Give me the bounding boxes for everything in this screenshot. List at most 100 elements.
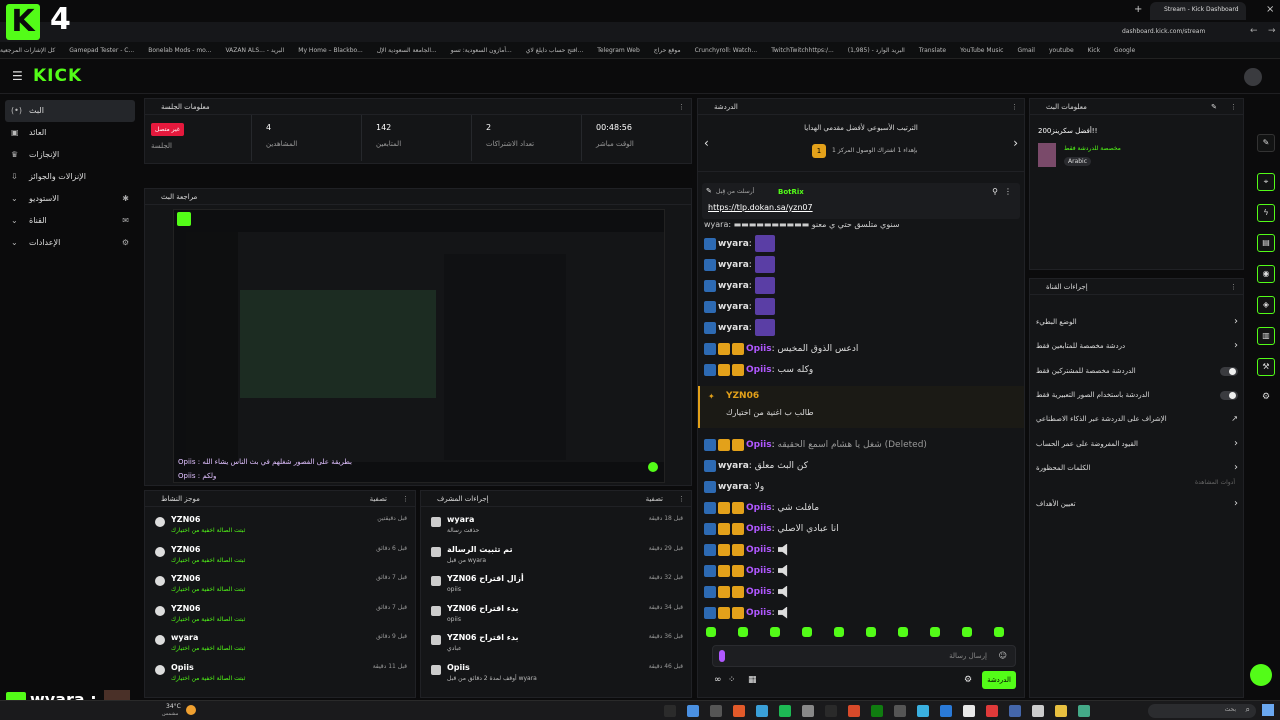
activity-row[interactable]: Opiis ثبتت الصالة اخفية من اختيارك قبل 11 … — [151, 661, 411, 691]
taskbar-app-icon[interactable] — [871, 705, 883, 717]
more-icon[interactable]: ⋮ — [1230, 279, 1237, 295]
goals-row[interactable]: تعيين الأهداف › — [1036, 493, 1240, 515]
edit-icon[interactable]: ✎ — [1211, 99, 1217, 115]
taskbar-app-icon[interactable] — [802, 705, 814, 717]
chat-message[interactable]: Opiis: انا عبادي الاصلي — [704, 520, 839, 539]
modaction-row[interactable]: Opiis أوقف لمدة 2 دقائق من قبل wyara قبل 4… — [427, 661, 687, 691]
back-icon[interactable]: ← — [1250, 26, 1258, 36]
taskbar-app-icon[interactable] — [687, 705, 699, 717]
bookmark-item[interactable]: Bonelab Mods - mo... — [148, 42, 211, 58]
modaction-row[interactable]: YZN06 بدء اقتراح عبادي قبل 36 دقيقة — [427, 631, 687, 661]
scan-icon[interactable]: ⌖ — [1257, 173, 1275, 191]
bookmark-item[interactable]: Kick — [1088, 42, 1100, 58]
taskbar-app-icon[interactable] — [917, 705, 929, 717]
bookmark-item[interactable]: كل الإشارات المرجعية — [0, 42, 55, 58]
nav-item-channel[interactable]: ⌄ القناة ✉ — [5, 210, 135, 232]
pinned-link[interactable]: https://tlp.dokan.sa/yzn07 — [708, 203, 813, 212]
window-close-icon[interactable]: × — [1266, 4, 1274, 15]
activity-row[interactable]: wyara ثبتت الصالة اخفية من اختيارك قبل 9 د… — [151, 631, 411, 661]
chevron-left-icon[interactable]: ‹ — [704, 136, 709, 150]
chat-message[interactable]: wyara: — [704, 298, 775, 317]
chat-username[interactable]: Opiis — [746, 566, 772, 576]
chat-input[interactable]: إرسال رسالة ☺ — [712, 645, 1016, 667]
quick-emote-icon[interactable] — [706, 627, 716, 637]
gear-icon[interactable]: ⚙ — [1262, 392, 1270, 402]
channel-action-row[interactable]: الوضع البطيء › — [1036, 311, 1240, 333]
quick-emote-icon[interactable] — [738, 627, 748, 637]
chat-username[interactable]: Opiis — [746, 503, 772, 513]
chat-username[interactable]: wyara — [718, 302, 749, 312]
bookmark-item[interactable]: Gamepad Tester - C... — [69, 42, 134, 58]
modaction-row[interactable]: YZN06 أزال اقتراح opiis قبل 32 دقيقة — [427, 572, 687, 602]
menu-icon[interactable]: ☰ — [12, 69, 23, 83]
taskbar-app-icon[interactable] — [848, 705, 860, 717]
activity-row[interactable]: YZN06 ثبتت الصالة اخفية من اختيارك قبل 7 د… — [151, 572, 411, 602]
quick-emote-icon[interactable] — [994, 627, 1004, 637]
channel-action-row[interactable]: دردشة مخصصة للمتابعين فقط › — [1036, 335, 1240, 357]
taskbar-app-icon[interactable] — [756, 705, 768, 717]
stream-category[interactable]: مخصصة للدردشة فقط — [1064, 145, 1121, 152]
taskbar-app-icon[interactable] — [664, 705, 676, 717]
more-icon[interactable]: ⋮ — [678, 99, 685, 115]
bookmark-item[interactable]: youtube — [1049, 42, 1074, 58]
more-icon[interactable]: ⋮ — [1230, 99, 1237, 115]
bookmark-item[interactable]: Google — [1114, 42, 1135, 58]
quick-emote-icon[interactable] — [898, 627, 908, 637]
chat-message[interactable]: Opiis: شغل يا هشام اسمع الحقيقه (Deleted… — [704, 436, 927, 455]
quick-emote-icon[interactable] — [834, 627, 844, 637]
taskbar-app-icon[interactable] — [1032, 705, 1044, 717]
chat-message[interactable]: wyara: — [704, 256, 775, 275]
bookmark-item[interactable]: أمازون السعودية: تسو... — [451, 42, 512, 58]
avatar[interactable] — [1244, 68, 1262, 86]
chat-username[interactable]: wyara — [718, 461, 749, 471]
taskbar-app-icon[interactable] — [1009, 705, 1021, 717]
more-icon[interactable]: ⋮ — [678, 491, 685, 507]
bookmark-item[interactable]: Crunchyroll: Watch... — [695, 42, 758, 58]
edit-icon[interactable]: ✎ — [1257, 134, 1275, 152]
chat-message[interactable]: Opiis: — [704, 604, 790, 623]
chat-message[interactable]: Opiis: مافلت شي — [704, 499, 819, 518]
bookmark-item[interactable]: الجامعة السعودية الإل... — [377, 42, 437, 58]
bookmark-item[interactable]: VAZAN ALS... - البريد — [225, 42, 284, 58]
channel-action-row[interactable]: الإشراف على الدردشة عبر الذكاء الاصطناعي… — [1036, 408, 1240, 430]
taskbar-app-icon[interactable] — [779, 705, 791, 717]
nav-item-stream[interactable]: (•) البث — [5, 100, 135, 122]
quick-emote-icon[interactable] — [930, 627, 940, 637]
broadcast-icon[interactable]: ◈ — [1257, 296, 1275, 314]
activity-row[interactable]: YZN06 ثبتت الصالة اخفية من اختيارك قبل 7 د… — [151, 602, 411, 632]
bookmark-item[interactable]: Telegram Web — [597, 42, 639, 58]
tab[interactable]: Stream - Kick Dashboard — [1150, 2, 1246, 20]
more-icon[interactable]: ⋮ — [1004, 187, 1012, 196]
taskbar-app-icon[interactable] — [1055, 705, 1067, 717]
users-icon[interactable]: ⁘ — [728, 675, 736, 685]
chat-message[interactable]: wyara: — [704, 277, 775, 296]
bookmark-item[interactable]: البريد الوارد - (1,985) — [848, 42, 905, 58]
windows-start-icon[interactable] — [1262, 704, 1274, 716]
toggle-switch[interactable] — [1220, 390, 1238, 400]
highlight-user[interactable]: YZN06 — [726, 391, 759, 401]
taskbar-app-icon[interactable] — [894, 705, 906, 717]
activity-row[interactable]: YZN06 ثبتت الصالة اخفية من اختيارك قبل دقي… — [151, 513, 411, 543]
chat-message[interactable]: Opiis: — [704, 562, 790, 581]
stream-video[interactable]: Opiis : بطريقة على الفصور شغلهم في بث ال… — [173, 209, 665, 483]
url-text[interactable]: dashboard.kick.com/stream — [1122, 28, 1205, 35]
chat-message[interactable]: wyara: كن البث معلق — [704, 457, 808, 476]
chat-username[interactable]: Opiis — [746, 440, 772, 450]
toggle-switch[interactable] — [1220, 366, 1238, 376]
settings-icon[interactable]: ⚙ — [964, 675, 972, 685]
chat-username[interactable]: Opiis — [746, 545, 772, 555]
chat-username[interactable]: wyara — [718, 260, 749, 270]
nav-item-settings[interactable]: ⌄ الإعدادات ⚙ — [5, 232, 135, 254]
bolt-icon[interactable]: ϟ — [1257, 204, 1275, 222]
mic-icon[interactable] — [719, 650, 725, 662]
chat-username[interactable]: wyara — [718, 281, 749, 291]
bookmark-item[interactable]: Gmail — [1017, 42, 1035, 58]
chat-message[interactable]: wyara: ولا — [704, 478, 764, 497]
taskbar-app-icon[interactable] — [986, 705, 998, 717]
chat-send-button[interactable]: الدردشة — [982, 671, 1016, 689]
taskbar-app-icon[interactable] — [710, 705, 722, 717]
chat-bubble-icon[interactable]: ◉ — [1257, 265, 1275, 283]
bookmark-item[interactable]: افتح حساب دايلغ لاي... — [526, 42, 584, 58]
chat-username[interactable]: Opiis — [746, 587, 772, 597]
nav-item-studio[interactable]: ⌄ الاستوديو ✱ — [5, 188, 135, 210]
